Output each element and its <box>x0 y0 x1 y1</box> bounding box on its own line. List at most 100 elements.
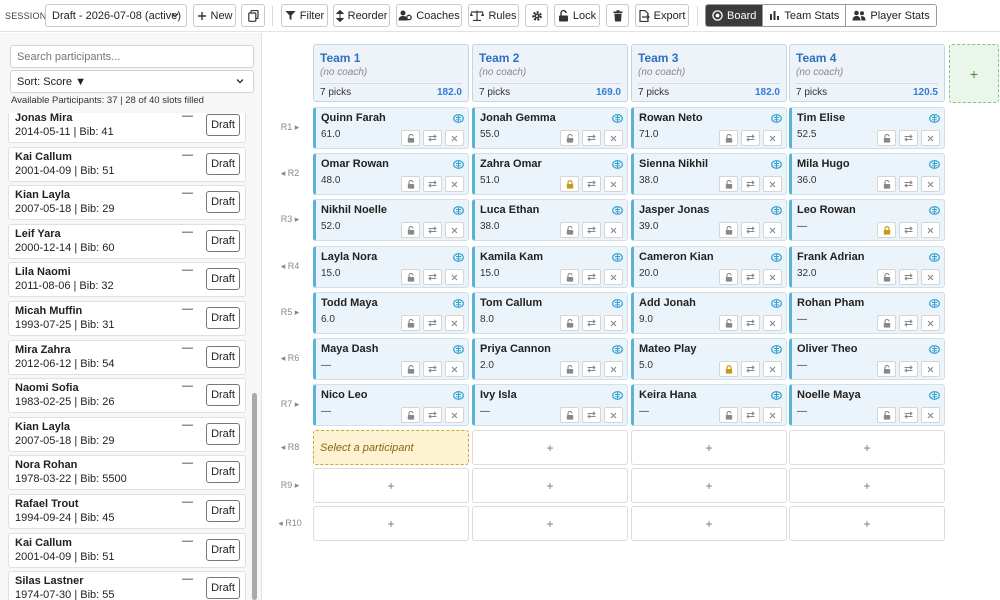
participant-list-scrollbar[interactable] <box>251 113 258 600</box>
select-participant-slot[interactable]: Select a participant <box>313 430 469 465</box>
remove-pick-button[interactable] <box>445 315 464 331</box>
swap-pick-button[interactable] <box>423 315 442 331</box>
swap-pick-button[interactable] <box>423 361 442 377</box>
empty-pick-slot[interactable]: + <box>472 430 628 465</box>
pick-card[interactable]: Oliver Theo — <box>789 338 945 380</box>
participant-list-item[interactable]: Kian Layla 2007-05-18 | Bib: 29 — Draft <box>8 416 246 452</box>
view-board-button[interactable]: Board <box>706 5 763 26</box>
lock-pick-button[interactable] <box>719 176 738 192</box>
lock-pick-button[interactable] <box>560 407 579 423</box>
swap-pick-button[interactable] <box>899 130 918 146</box>
remove-pick-button[interactable] <box>445 176 464 192</box>
lock-pick-button[interactable] <box>401 269 420 285</box>
participant-list-item[interactable]: Micah Muffin 1993-07-25 | Bib: 31 — Draft <box>8 301 246 336</box>
swap-pick-button[interactable] <box>899 361 918 377</box>
add-team-button[interactable]: + <box>949 44 999 103</box>
empty-pick-slot[interactable]: + <box>789 506 945 541</box>
pick-card[interactable]: Mateo Play 5.0 <box>631 338 787 380</box>
lock-pick-button[interactable] <box>401 176 420 192</box>
empty-pick-slot[interactable]: + <box>789 468 945 503</box>
swap-pick-button[interactable] <box>582 269 601 285</box>
pick-card[interactable]: Tim Elise 52.5 <box>789 107 945 149</box>
empty-pick-slot[interactable]: + <box>472 506 628 541</box>
remove-pick-button[interactable] <box>921 130 940 146</box>
pick-card[interactable]: Maya Dash — <box>313 338 469 380</box>
participant-list-item[interactable]: Kian Layla 2007-05-18 | Bib: 29 — Draft <box>8 185 246 221</box>
lock-pick-button[interactable] <box>877 222 896 238</box>
lock-pick-button[interactable] <box>719 269 738 285</box>
draft-button[interactable]: Draft <box>206 268 240 291</box>
participant-search-input[interactable] <box>10 45 254 68</box>
participant-list-item[interactable]: Naomi Sofia 1983-02-25 | Bib: 26 — Draft <box>8 378 246 414</box>
swap-pick-button[interactable] <box>899 407 918 423</box>
lock-pick-button[interactable] <box>560 130 579 146</box>
draft-button[interactable]: Draft <box>206 577 240 600</box>
scrollbar-thumb[interactable] <box>252 393 257 600</box>
lock-pick-button[interactable] <box>877 176 896 192</box>
participant-list-item[interactable]: Kai Callum 2001-04-09 | Bib: 51 — Draft <box>8 532 246 568</box>
pick-card[interactable]: Tom Callum 8.0 <box>472 292 628 334</box>
lock-pick-button[interactable] <box>560 176 579 192</box>
swap-pick-button[interactable] <box>899 222 918 238</box>
remove-pick-button[interactable] <box>763 315 782 331</box>
participant-list-item[interactable]: Mira Zahra 2012-06-12 | Bib: 54 — Draft <box>8 339 246 375</box>
remove-pick-button[interactable] <box>921 361 940 377</box>
lock-pick-button[interactable] <box>560 222 579 238</box>
swap-pick-button[interactable] <box>899 315 918 331</box>
pick-card[interactable]: Ivy Isla — <box>472 384 628 426</box>
remove-pick-button[interactable] <box>604 315 623 331</box>
team-header[interactable]: Team 3 (no coach) 7 picks 182.0 <box>631 44 787 102</box>
lock-pick-button[interactable] <box>719 222 738 238</box>
draft-button[interactable]: Draft <box>206 422 240 445</box>
participant-list-item[interactable]: Kai Callum 2001-04-09 | Bib: 51 — Draft <box>8 146 246 182</box>
lock-pick-button[interactable] <box>719 315 738 331</box>
remove-pick-button[interactable] <box>921 222 940 238</box>
pick-card[interactable]: Rowan Neto 71.0 <box>631 107 787 149</box>
pick-card[interactable]: Mila Hugo 36.0 <box>789 153 945 195</box>
remove-pick-button[interactable] <box>445 407 464 423</box>
remove-pick-button[interactable] <box>604 407 623 423</box>
remove-pick-button[interactable] <box>921 269 940 285</box>
rules-button[interactable]: Rules <box>468 4 519 27</box>
filter-button[interactable]: Filter <box>281 4 328 27</box>
pick-card[interactable]: Luca Ethan 38.0 <box>472 199 628 241</box>
swap-pick-button[interactable] <box>423 176 442 192</box>
pick-card[interactable]: Layla Nora 15.0 <box>313 246 469 288</box>
pick-card[interactable]: Nikhil Noelle 52.0 <box>313 199 469 241</box>
lock-pick-button[interactable] <box>401 361 420 377</box>
participant-list-item[interactable]: Leif Yara 2000-12-14 | Bib: 60 — Draft <box>8 223 246 259</box>
pick-card[interactable]: Quinn Farah 61.0 <box>313 107 469 149</box>
remove-pick-button[interactable] <box>445 269 464 285</box>
remove-pick-button[interactable] <box>604 222 623 238</box>
remove-pick-button[interactable] <box>763 269 782 285</box>
lock-pick-button[interactable] <box>719 130 738 146</box>
pick-card[interactable]: Sienna Nikhil 38.0 <box>631 153 787 195</box>
swap-pick-button[interactable] <box>582 407 601 423</box>
swap-pick-button[interactable] <box>741 269 760 285</box>
pick-card[interactable]: Jasper Jonas 39.0 <box>631 199 787 241</box>
lock-pick-button[interactable] <box>560 361 579 377</box>
swap-pick-button[interactable] <box>741 315 760 331</box>
new-button[interactable]: New <box>193 4 236 27</box>
sort-select[interactable]: Sort: Score ▼ <box>10 70 254 93</box>
view-player-stats-button[interactable]: Player Stats <box>845 5 936 26</box>
lock-pick-button[interactable] <box>401 130 420 146</box>
swap-pick-button[interactable] <box>582 361 601 377</box>
participant-list-item[interactable]: Jonas Mira 2014-05-11 | Bib: 41 — Draft <box>8 113 246 143</box>
swap-pick-button[interactable] <box>423 130 442 146</box>
empty-pick-slot[interactable]: + <box>631 468 787 503</box>
remove-pick-button[interactable] <box>763 361 782 377</box>
empty-pick-slot[interactable]: + <box>313 468 469 503</box>
swap-pick-button[interactable] <box>423 222 442 238</box>
lock-pick-button[interactable] <box>560 315 579 331</box>
remove-pick-button[interactable] <box>763 222 782 238</box>
pick-card[interactable]: Keira Hana — <box>631 384 787 426</box>
empty-pick-slot[interactable]: + <box>789 430 945 465</box>
team-header[interactable]: Team 2 (no coach) 7 picks 169.0 <box>472 44 628 102</box>
lock-button[interactable]: Lock <box>554 4 600 27</box>
empty-pick-slot[interactable]: + <box>631 430 787 465</box>
draft-button[interactable]: Draft <box>206 152 240 175</box>
lock-pick-button[interactable] <box>877 361 896 377</box>
pick-card[interactable]: Frank Adrian 32.0 <box>789 246 945 288</box>
swap-pick-button[interactable] <box>582 176 601 192</box>
